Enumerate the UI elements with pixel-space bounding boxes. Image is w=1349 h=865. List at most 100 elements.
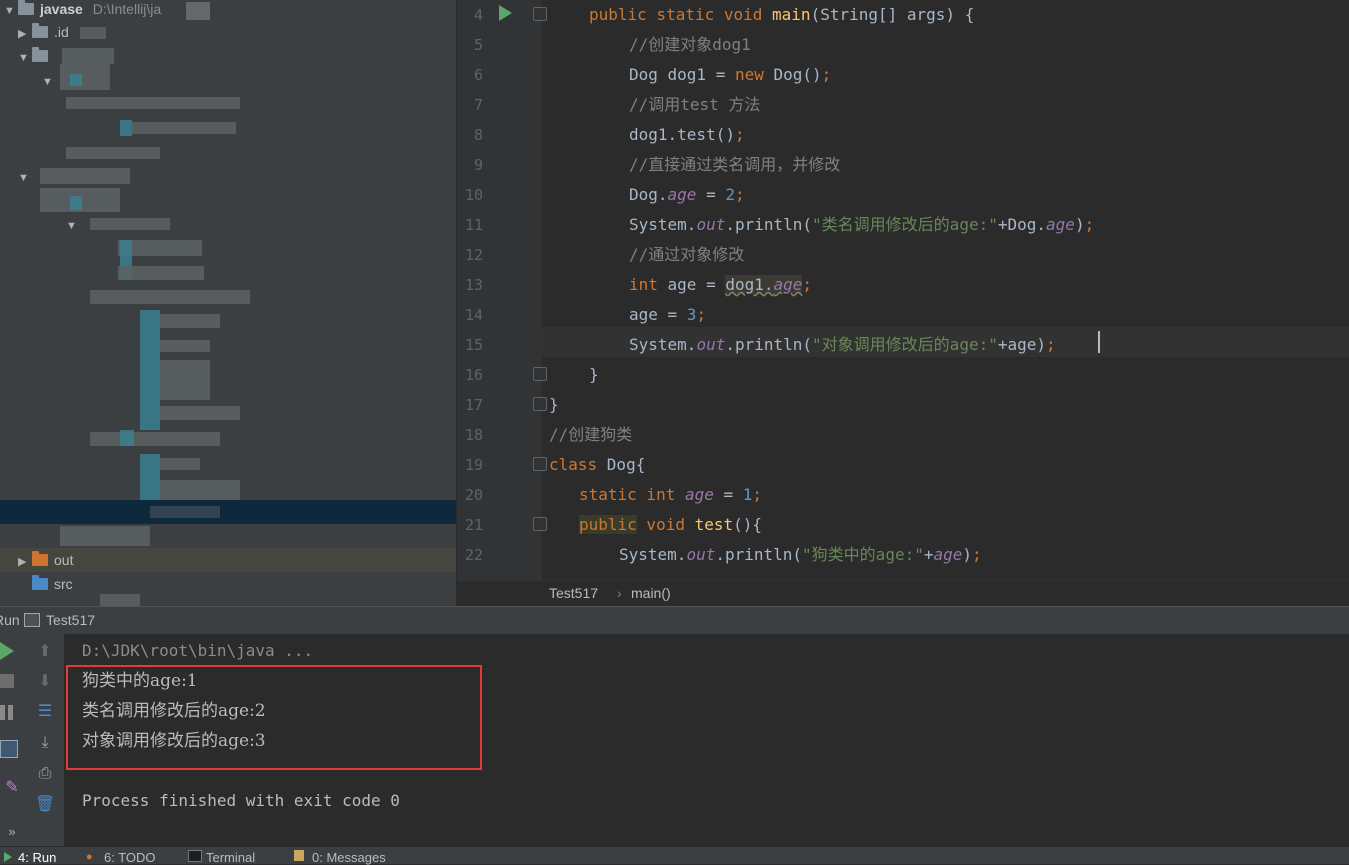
blurred-region	[90, 432, 220, 446]
more-icon[interactable]: »	[0, 820, 24, 844]
scroll-to-end-icon[interactable]: ⤓	[33, 731, 57, 755]
code-line: dog1.test();	[629, 125, 745, 144]
chevron-down-icon[interactable]: ▼	[42, 70, 56, 94]
code-line: System.out.println("狗类中的age:"+age);	[619, 545, 982, 564]
root-name: javase	[40, 1, 83, 17]
blurred-region	[132, 122, 236, 134]
run-config-name[interactable]: Test517	[46, 612, 95, 628]
folder-icon	[32, 551, 48, 566]
line-number: 6	[473, 66, 483, 84]
code-line: //直接通过类名调用，并修改	[629, 155, 841, 174]
fold-icon[interactable]	[533, 457, 547, 471]
console-exit-message: Process finished with exit code 0	[82, 791, 400, 810]
chevron-down-icon[interactable]: ▼	[66, 214, 80, 238]
line-number: 4	[473, 6, 483, 24]
chevron-down-icon[interactable]: ▼	[18, 166, 32, 190]
fold-icon[interactable]	[533, 367, 547, 381]
blurred-region	[120, 120, 132, 136]
code-line: }	[549, 395, 559, 414]
tree-item-idea[interactable]: ▶ .id	[18, 20, 69, 44]
blurred-region	[160, 458, 200, 470]
line-number: 9	[473, 156, 483, 174]
line-number: 16	[464, 366, 483, 384]
terminal-icon	[188, 850, 202, 862]
line-number: 12	[464, 246, 483, 264]
blurred-region	[160, 360, 210, 400]
wrap-lines-icon[interactable]: ☰	[33, 700, 57, 724]
folder-icon	[32, 23, 48, 38]
fold-icon[interactable]	[533, 517, 547, 531]
tree-item-folder[interactable]: ▼	[42, 68, 56, 92]
project-panel: ▼ javase D:\Intellij\ja ▶ .id ▼ ▼ ▼ ▼ ▶ …	[0, 0, 456, 606]
print-icon[interactable]: ⎙	[33, 762, 57, 786]
breadcrumb-class[interactable]: Test517	[549, 585, 598, 601]
blurred-region	[150, 506, 220, 518]
fold-icon[interactable]	[533, 397, 547, 411]
breadcrumb: Test517 › main()	[457, 580, 1349, 607]
run-panel-header: Run Test517	[0, 606, 1349, 635]
console-command: D:\JDK\root\bin\java ...	[82, 641, 314, 660]
root-path: D:\Intellij\ja	[92, 1, 162, 17]
tree-item-src[interactable]: src	[32, 572, 73, 596]
blurred-region	[66, 147, 160, 159]
code-line: public void test(){	[579, 515, 763, 534]
blurred-region	[66, 97, 240, 109]
run-config-icon	[24, 613, 40, 627]
line-number: 20	[464, 486, 483, 504]
module-folder-icon	[18, 0, 34, 15]
line-number: 19	[464, 456, 483, 474]
chevron-down-icon[interactable]: ▼	[4, 0, 18, 23]
rerun-icon[interactable]	[0, 642, 14, 660]
pause-icon[interactable]	[8, 705, 13, 720]
tree-item-out[interactable]: ▶ out	[18, 548, 73, 572]
stop-icon[interactable]	[0, 674, 14, 688]
code-line: class Dog{	[549, 455, 646, 474]
run-gutter-icon[interactable]	[499, 5, 512, 21]
tree-item-label: out	[54, 552, 74, 568]
code-line: age = 3;	[629, 305, 707, 324]
code-line: public static void main(String[] args) {	[589, 5, 975, 24]
fold-icon[interactable]	[533, 7, 547, 21]
chevron-down-icon[interactable]: ▼	[18, 46, 32, 70]
blurred-region	[62, 48, 114, 64]
code-line: int age = dog1.age;	[629, 275, 813, 294]
code-line: Dog dog1 = new Dog();	[629, 65, 832, 84]
code-line: }	[589, 365, 599, 384]
tree-item-folder[interactable]: ▼	[66, 212, 80, 236]
code-line: static int age = 1;	[579, 485, 763, 504]
tree-item-folder[interactable]: ▼	[18, 164, 32, 188]
text-caret	[1098, 331, 1100, 353]
line-number: 18	[464, 426, 483, 444]
trash-icon[interactable]: 🗑	[33, 793, 57, 817]
blurred-region	[118, 266, 204, 280]
run-panel-title: Run	[0, 612, 20, 628]
blurred-region	[186, 2, 210, 20]
tree-item-label: src	[54, 576, 73, 592]
selected-tree-row[interactable]	[0, 500, 456, 524]
code-line: System.out.println("类名调用修改后的age:"+Dog.ag…	[629, 215, 1095, 234]
messages-icon	[294, 850, 304, 861]
breadcrumb-separator-icon: ›	[617, 585, 622, 601]
chevron-right-icon[interactable]: ▶	[18, 22, 32, 46]
breadcrumb-method[interactable]: main()	[631, 585, 671, 601]
code-line: //调用test 方法	[629, 95, 761, 114]
pause-icon[interactable]	[0, 705, 5, 720]
line-number: 10	[464, 186, 483, 204]
line-number: 15	[464, 336, 483, 354]
arrow-down-icon[interactable]: ⬇	[33, 670, 57, 694]
arrow-up-icon[interactable]: ⬆	[33, 640, 57, 664]
line-number: 7	[473, 96, 483, 114]
tree-item-root[interactable]: ▼ javase D:\Intellij\ja	[4, 0, 161, 21]
blurred-region	[70, 196, 82, 210]
blurred-region	[90, 218, 170, 230]
pin-icon[interactable]: ✎	[0, 776, 24, 800]
tree-item-folder[interactable]: ▼	[18, 44, 54, 68]
source-folder-icon	[32, 575, 48, 590]
chevron-right-icon[interactable]: ▶	[18, 550, 32, 574]
blurred-region	[140, 310, 160, 430]
line-number: 14	[464, 306, 483, 324]
layout-icon[interactable]	[0, 740, 18, 758]
blurred-region	[160, 406, 240, 420]
blurred-region	[160, 340, 210, 352]
folder-icon	[32, 47, 48, 62]
